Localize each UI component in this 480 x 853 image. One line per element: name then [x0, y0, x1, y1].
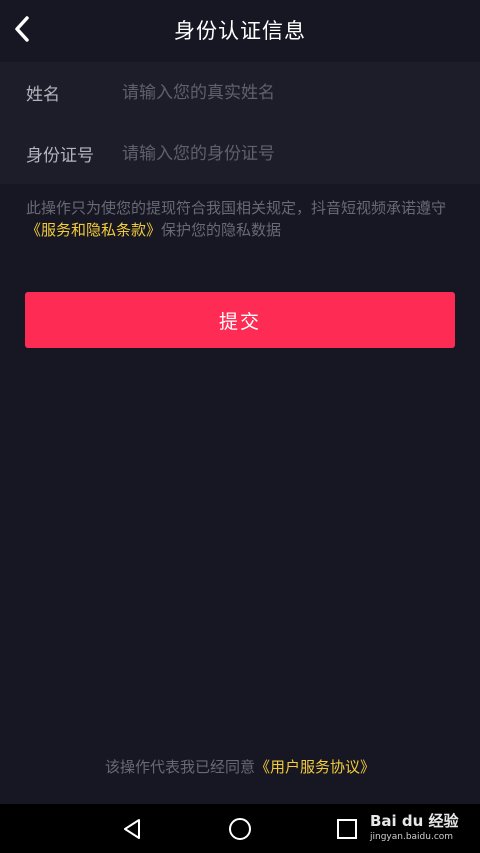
nav-recent-apps-button[interactable] [332, 814, 362, 844]
agreement-notice: 该操作代表我已经同意《用户服务协议》 [0, 756, 480, 777]
square-recent-icon [337, 819, 357, 839]
watermark-brand: Bai du 经验 [370, 812, 459, 830]
identity-verification-screen: 身份认证信息 姓名 身份证号 此操作只为使您的提现符合我国相关规定，抖音短视频承… [0, 0, 480, 853]
name-input[interactable] [122, 72, 452, 113]
notice-text-after: 保护您的隐私数据 [161, 221, 282, 239]
agreement-text: 该操作代表我已经同意 [104, 758, 255, 776]
id-number-input[interactable] [122, 133, 452, 174]
baidu-jingyan-watermark: Bai du 经验 jingyan.baidu.com [366, 800, 476, 848]
nav-home-button[interactable] [225, 814, 255, 844]
name-row: 姓名 [0, 62, 480, 123]
notice-text-before: 此操作只为使您的提现符合我国相关规定，抖音短视频承诺遵守 [26, 199, 447, 217]
identity-form: 姓名 身份证号 [0, 62, 480, 184]
id-number-row: 身份证号 [0, 123, 480, 184]
nav-back-button[interactable] [118, 814, 148, 844]
name-label: 姓名 [26, 85, 60, 105]
triangle-back-icon [124, 819, 140, 839]
user-agreement-link[interactable]: 《用户服务协议》 [255, 758, 375, 776]
watermark-url: jingyan.baidu.com [370, 832, 454, 842]
privacy-terms-link[interactable]: 《服务和隐私条款》 [26, 221, 161, 239]
id-number-label: 身份证号 [26, 146, 94, 166]
privacy-notice: 此操作只为使您的提现符合我国相关规定，抖音短视频承诺遵守《服务和隐私条款》保护您… [26, 197, 458, 241]
header: 身份认证信息 [0, 0, 480, 60]
chevron-left-icon [15, 16, 29, 42]
submit-button[interactable]: 提交 [25, 292, 455, 348]
back-button[interactable] [8, 12, 36, 46]
page-title: 身份认证信息 [174, 19, 306, 43]
circle-home-icon [229, 818, 251, 840]
